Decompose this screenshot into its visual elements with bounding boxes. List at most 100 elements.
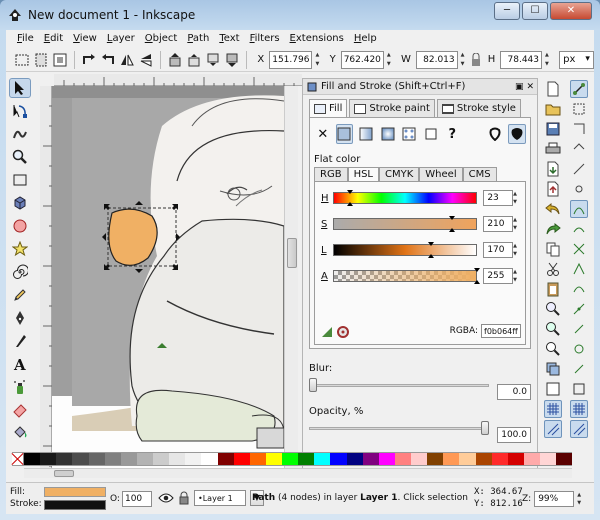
snap-midpoint-icon[interactable] [570,300,588,318]
eraser-tool-icon[interactable] [9,400,31,420]
lightness-slider[interactable] [332,242,478,258]
palette-swatch[interactable] [40,453,57,465]
menu-extensions[interactable]: Extensions [285,30,349,48]
palette-swatch[interactable] [507,453,524,465]
snap-guides-icon[interactable] [570,420,588,438]
canvas-horizontal-scrollbar[interactable] [24,468,572,478]
dialog-title-bar[interactable]: Fill and Stroke (Shift+Ctrl+F) ▣ ✕ [303,79,537,95]
y-spinner[interactable]: ▲ ▼ [387,51,394,69]
fill-color-swatch[interactable] [44,487,106,497]
palette-swatch[interactable] [491,453,508,465]
snap-cusp-icon[interactable] [570,260,588,278]
alpha-slider[interactable] [332,268,480,284]
export-icon[interactable] [544,180,562,198]
vertical-scroll-thumb[interactable] [287,238,297,268]
palette-swatch[interactable] [362,453,379,465]
select-all-layers-icon[interactable] [33,51,49,69]
calligraphy-tool-icon[interactable] [9,331,31,351]
node-tool-icon[interactable] [9,101,31,121]
x-spinner[interactable]: ▲ ▼ [315,51,322,69]
tab-wheel[interactable]: Wheel [419,167,463,181]
palette-swatch[interactable] [88,453,105,465]
snap-guide-icon[interactable] [544,420,562,438]
linear-gradient-button[interactable] [357,124,375,144]
palette-swatch[interactable] [346,453,363,465]
deselect-icon[interactable] [52,51,68,69]
menu-text[interactable]: Text [214,30,244,48]
palette-swatch[interactable] [56,453,73,465]
copy-icon[interactable] [544,240,562,258]
raise-to-top-icon[interactable] [167,51,183,69]
alpha-input[interactable]: 255 [483,268,514,284]
palette-swatch[interactable] [378,453,395,465]
saturation-spinner[interactable]: ▲ ▼ [513,216,521,232]
flip-vertical-icon[interactable] [138,51,154,69]
color-managed-icon[interactable] [321,326,333,338]
snap-bbox-center-icon[interactable] [570,180,588,198]
ellipse-tool-icon[interactable] [9,216,31,236]
snap-bbox-midpoint-icon[interactable] [570,160,588,178]
menu-filters[interactable]: Filters [245,30,285,48]
tab-rgb[interactable]: RGB [314,167,348,181]
palette-swatch[interactable] [314,453,331,465]
hue-input[interactable]: 23 [483,190,514,206]
palette-swatch[interactable] [475,453,492,465]
palette-swatch[interactable] [217,453,234,465]
save-icon[interactable] [544,120,562,138]
palette-swatch[interactable] [330,453,347,465]
blur-input[interactable]: 0.0 [497,384,531,400]
menu-object[interactable]: Object [140,30,183,48]
rotate-ccw-icon[interactable] [81,51,97,69]
palette-swatch[interactable] [394,453,411,465]
snap-bbox-edge-icon[interactable] [570,120,588,138]
snap-smooth-icon[interactable] [570,280,588,298]
cut-icon[interactable] [544,260,562,278]
redo-icon[interactable] [544,220,562,238]
palette-swatch[interactable] [265,453,282,465]
snap-intersection-icon[interactable] [570,240,588,258]
star-tool-icon[interactable] [9,239,31,259]
menu-file[interactable]: File [12,30,39,48]
snap-rotation-center-icon[interactable] [570,340,588,358]
palette-swatch[interactable] [233,453,250,465]
snap-grid-icon[interactable] [570,400,588,418]
rgba-input[interactable]: f0b064ff [481,324,521,338]
palette-swatch[interactable] [169,453,186,465]
import-icon[interactable] [544,160,562,178]
layer-select[interactable]: •Layer 1 [194,490,246,506]
paste-icon[interactable] [544,280,562,298]
palette-swatch[interactable] [443,453,460,465]
status-opacity-input[interactable]: 100 [121,491,152,507]
palette-swatch[interactable] [201,453,218,465]
palette-swatch[interactable] [136,453,153,465]
tab-cms[interactable]: CMS [462,167,497,181]
palette-swatch[interactable] [411,453,428,465]
tab-hsl[interactable]: HSL [347,167,380,181]
pen-tool-icon[interactable] [9,308,31,328]
saturation-slider[interactable] [332,216,478,232]
spray-tool-icon[interactable] [9,377,31,397]
palette-swatch[interactable] [540,453,557,465]
rotate-cw-icon[interactable] [100,51,116,69]
canvas-vertical-scrollbar[interactable] [284,86,298,476]
snap-path-icon[interactable] [570,220,588,238]
close-button[interactable]: ✕ [550,2,592,20]
lock-ratio-icon[interactable] [471,51,481,69]
lower-to-bottom-icon[interactable] [224,51,240,69]
zoom-selection-icon[interactable] [544,300,562,318]
menu-layer[interactable]: Layer [102,30,140,48]
h-spinner[interactable]: ▲ ▼ [545,51,552,69]
hue-spinner[interactable]: ▲ ▼ [513,190,521,206]
lock-icon[interactable] [178,491,190,505]
zoom-tool-icon[interactable] [9,147,31,167]
palette-swatch[interactable] [104,453,121,465]
snap-enable-icon[interactable] [570,80,588,98]
palette-swatch[interactable] [427,453,444,465]
dialog-close-icon[interactable]: ✕ [526,82,534,92]
blur-slider[interactable] [309,378,489,392]
x-input[interactable]: 151.796 [269,50,313,69]
pattern-button[interactable] [400,124,418,144]
undo-icon[interactable] [544,200,562,218]
snap-nodes-icon[interactable] [570,200,588,218]
horizontal-scroll-thumb[interactable] [54,470,74,477]
